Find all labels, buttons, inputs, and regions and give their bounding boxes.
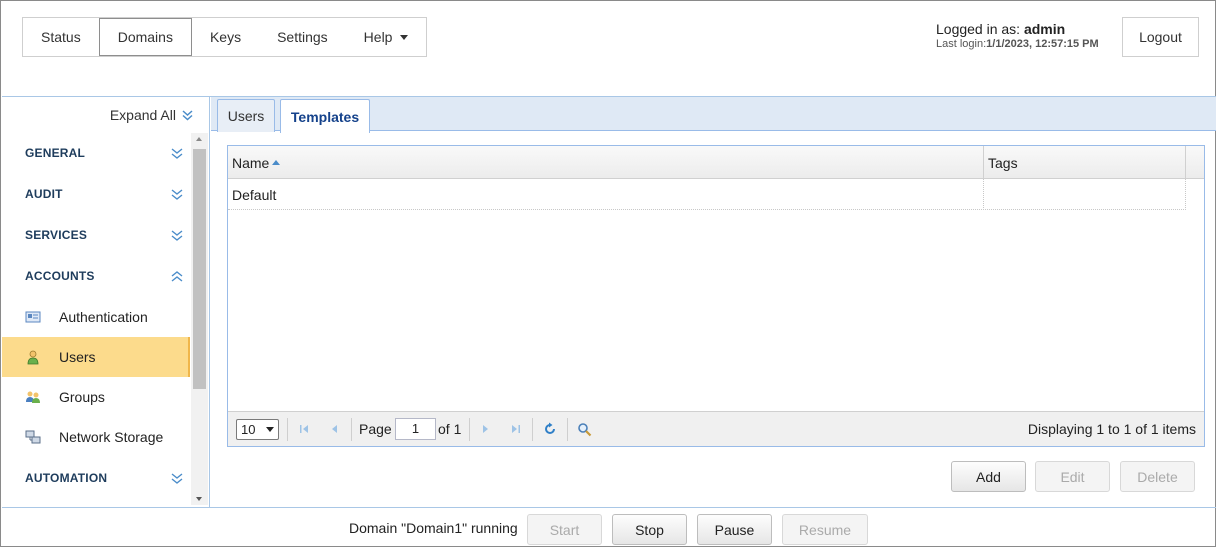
double-chevron-down-icon[interactable] (170, 147, 184, 161)
nav-status[interactable]: Status (23, 18, 99, 56)
nav-domains[interactable]: Domains (98, 18, 192, 56)
page-label: Page (359, 421, 392, 437)
logged-in-as: Logged in as: admin (936, 21, 1099, 37)
stop-button[interactable]: Stop (612, 514, 687, 545)
last-login-prefix: Last login: (936, 38, 987, 50)
column-header-name[interactable]: Name (228, 146, 984, 179)
double-chevron-down-icon (182, 109, 193, 121)
edit-button[interactable]: Edit (1035, 461, 1110, 492)
scroll-down-icon[interactable] (196, 497, 202, 501)
nav-help-label: Help (363, 29, 393, 45)
delete-button[interactable]: Delete (1120, 461, 1195, 492)
sidebar-item-users[interactable]: Users (2, 337, 190, 377)
scroll-thumb[interactable] (193, 149, 206, 389)
add-button[interactable]: Add (951, 461, 1026, 492)
separator (287, 418, 288, 441)
sidebar-item-network-storage[interactable]: Network Storage (2, 417, 190, 457)
column-header-label: Name (232, 154, 270, 171)
expand-all-label: Expand All (109, 107, 176, 123)
next-page-icon[interactable] (478, 421, 494, 437)
table-row[interactable]: Default (228, 179, 1186, 210)
page-number-input[interactable]: 1 (395, 418, 436, 440)
tab-templates[interactable]: Templates (280, 99, 370, 133)
sort-ascending-icon (272, 160, 281, 165)
sidebar: Expand All GENERAL AUDIT SERVICES ACCOUN… (2, 97, 210, 507)
authentication-icon (25, 309, 41, 325)
section-services[interactable]: SERVICES (25, 228, 87, 242)
expand-all-button[interactable]: Expand All (110, 107, 193, 123)
sidebar-item-groups[interactable]: Groups (2, 377, 190, 417)
logged-in-user: admin (1023, 21, 1066, 37)
sidebar-item-label: Groups (59, 389, 105, 405)
tab-users[interactable]: Users (217, 99, 275, 132)
double-chevron-up-icon[interactable] (170, 269, 184, 283)
search-icon[interactable] (576, 421, 592, 437)
paging-toolbar: 10 Page 1 of 1 Displaying 1 to 1 of 1 it… (228, 411, 1204, 446)
prev-page-icon[interactable] (326, 421, 342, 437)
app-window: Status Domains Keys Settings Help Logged… (0, 0, 1216, 547)
paging-display-text: Displaying 1 to 1 of 1 items (1027, 421, 1196, 437)
logout-button[interactable]: Logout (1122, 17, 1199, 57)
nav-keys[interactable]: Keys (192, 18, 259, 56)
pause-button[interactable]: Pause (697, 514, 772, 545)
cell-tags (984, 179, 1186, 210)
grid-header: Name Tags (228, 146, 1204, 179)
double-chevron-down-icon[interactable] (170, 188, 184, 202)
domain-status-text: Domain "Domain1" running (349, 520, 518, 536)
scroll-up-icon[interactable] (196, 137, 202, 141)
double-chevron-down-icon[interactable] (170, 229, 184, 243)
cell-name: Default (228, 179, 984, 210)
separator (532, 418, 533, 441)
section-general[interactable]: GENERAL (25, 146, 85, 160)
nav-help[interactable]: Help (346, 18, 427, 56)
top-nav: Status Domains Keys Settings Help (22, 17, 428, 57)
section-automation[interactable]: AUTOMATION (25, 471, 107, 485)
sidebar-item-authentication[interactable]: Authentication (2, 297, 190, 337)
section-audit[interactable]: AUDIT (25, 187, 63, 201)
network-storage-icon (25, 429, 41, 445)
resume-button[interactable]: Resume (782, 514, 868, 545)
logged-in-prefix: Logged in as: (936, 21, 1024, 37)
templates-grid: Name Tags Default 10 Page 1 of 1 Display… (227, 145, 1205, 447)
refresh-icon[interactable] (542, 421, 558, 437)
separator (567, 418, 568, 441)
page-size-value: 10 (241, 422, 256, 437)
start-button[interactable]: Start (527, 514, 602, 545)
tab-bar: Users Templates (211, 97, 1216, 133)
column-header-label: Tags (988, 154, 1018, 171)
double-chevron-down-icon[interactable] (170, 472, 184, 486)
page-count-label: of 1 (438, 421, 462, 437)
first-page-icon[interactable] (296, 421, 312, 437)
chevron-down-icon (266, 427, 274, 432)
section-accounts[interactable]: ACCOUNTS (25, 269, 95, 283)
login-info: Logged in as: admin Last login:1/1/2023,… (936, 21, 1099, 50)
last-page-icon[interactable] (508, 421, 524, 437)
user-icon (25, 349, 41, 365)
sidebar-item-label: Authentication (59, 309, 148, 325)
last-login-value: 1/1/2023, 12:57:15 PM (986, 38, 1099, 50)
last-login: Last login:1/1/2023, 12:57:15 PM (936, 38, 1099, 50)
column-header-tags[interactable]: Tags (984, 146, 1186, 179)
sidebar-item-label: Network Storage (59, 429, 164, 445)
sidebar-scrollbar[interactable] (191, 133, 208, 505)
separator (351, 418, 352, 441)
nav-settings[interactable]: Settings (259, 18, 346, 56)
sidebar-item-label: Users (59, 349, 96, 365)
groups-icon (25, 389, 41, 405)
page-size-select[interactable]: 10 (236, 419, 279, 440)
separator (469, 418, 470, 441)
divider (2, 507, 1216, 508)
caret-down-icon (400, 34, 409, 40)
